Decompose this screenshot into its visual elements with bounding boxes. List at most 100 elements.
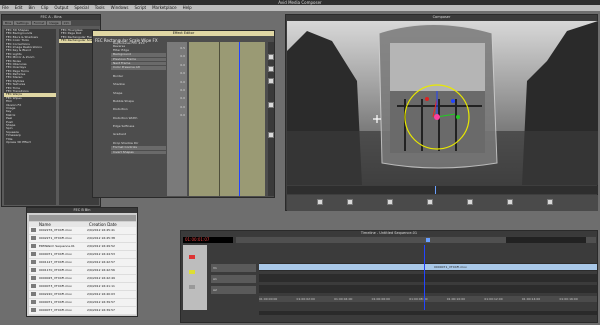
timeline-scrollbar[interactable] xyxy=(506,237,586,243)
edit-mode-button[interactable] xyxy=(426,238,430,242)
button-4[interactable] xyxy=(268,102,274,108)
control-value[interactable]: 0.0 xyxy=(167,114,187,117)
tab-info[interactable]: Info xyxy=(61,21,72,25)
bin-row-date: 2/9/2012 16:44:53 xyxy=(87,252,115,256)
bin-row[interactable]: 0002271_VTX4Fl.mov 2/9/2012 16:45:38 xyxy=(29,235,136,243)
menu-special[interactable]: Special xyxy=(74,5,88,10)
bin-row-date: 2/9/2012 16:42:49 xyxy=(87,276,115,280)
control-value[interactable]: 0.0 xyxy=(167,81,187,84)
clip-icon xyxy=(31,276,36,280)
panel-tabs: Bins Settings Format Usage Info xyxy=(2,20,100,26)
effect-option[interactable]: Filter Edge xyxy=(111,49,166,52)
play-button[interactable] xyxy=(387,199,393,205)
timeline-clip[interactable]: 0000071_VTX4Fl.mov xyxy=(259,264,597,270)
bin-row-date: 2/9/2012 16:49:52 xyxy=(87,244,115,248)
menu-script[interactable]: Script xyxy=(134,5,146,10)
track-header[interactable]: V1 xyxy=(211,264,256,272)
bin-row[interactable]: 0000071_VTX4Fl.mov 2/9/2012 16:39:57 xyxy=(29,299,136,307)
menu-tools[interactable]: Tools xyxy=(95,5,105,10)
patch-button[interactable] xyxy=(189,270,195,274)
control-value[interactable]: 0.0 xyxy=(167,89,187,92)
value-column: 0.5 0.0 0.0 0.0 0.0 0.0 0.0 0.0 0.0 xyxy=(167,42,187,196)
bin-row[interactable]: ERMWarm Sequence.01 2/9/2012 16:49:52 xyxy=(29,243,136,251)
timeline-title: Timeline - Untitled Sequence.01 xyxy=(181,231,597,236)
track-header[interactable]: A2 xyxy=(211,286,256,294)
control-label: Edge Softness xyxy=(113,125,135,129)
keyframe-graph[interactable] xyxy=(189,42,265,196)
button-2[interactable] xyxy=(268,66,274,72)
track-header[interactable]: A1 xyxy=(211,275,256,283)
bin-row[interactable]: 0001127_VTX4Fl.mov 2/9/2012 16:42:57 xyxy=(29,259,136,267)
bin-row[interactable]: 0002276_VTX4Fl.mov 2/9/2012 16:45:41 xyxy=(29,227,136,235)
effect-group[interactable]: Previous Frame xyxy=(111,57,166,61)
effect-group[interactable]: Format Controls xyxy=(111,146,166,150)
fec-bin-window: FEC B Bin Name Creation Date 0002276_VTX… xyxy=(26,207,138,317)
timeline-sidebar xyxy=(183,245,207,310)
bin-row[interactable]: 0001170_VTX4Fl.mov 2/9/2012 16:42:56 xyxy=(29,267,136,275)
bin-row[interactable]: 0000071_VTX4Fl.mov 2/9/2012 16:44:53 xyxy=(29,251,136,259)
clip-icon xyxy=(31,300,36,304)
bin-row-name: 0000073_VTX4Fl.mov xyxy=(39,284,72,288)
menu-windows[interactable]: Windows xyxy=(111,5,129,10)
tab-bins[interactable]: Bins xyxy=(3,21,14,25)
clip-label: 0000071_VTX4Fl.mov xyxy=(434,265,467,269)
bin-row-name: 0000071_VTX4Fl.mov xyxy=(39,252,72,256)
control-value[interactable]: 0.5 xyxy=(167,47,187,50)
lift-button[interactable] xyxy=(507,199,513,205)
ruler-tick-label: 01:00:06:00 xyxy=(371,297,390,301)
control-value[interactable]: 0.0 xyxy=(167,55,187,58)
bin-row[interactable]: 0002220_VTX4Fl.mov 2/9/2012 16:40:03 xyxy=(29,291,136,299)
bin-toolbar xyxy=(29,215,136,221)
clip-icon xyxy=(31,292,36,296)
control-value[interactable]: 0.0 xyxy=(167,64,187,67)
playhead[interactable] xyxy=(435,186,436,194)
bin-row-name: 0000025_VTX4Fl.mov xyxy=(39,276,72,280)
clip-icon xyxy=(31,308,36,312)
menu-bin[interactable]: Bin xyxy=(28,5,34,10)
button-5[interactable] xyxy=(268,132,274,138)
viewer-image[interactable] xyxy=(287,21,598,185)
effect-group[interactable]: Background xyxy=(111,53,166,57)
effect-group[interactable]: Color Preserve Alt xyxy=(111,66,166,70)
timeline-position-indicator[interactable] xyxy=(424,245,425,310)
bin-row[interactable]: 0000073_VTX4Fl.mov 2/9/2012 16:41:11 xyxy=(29,283,136,291)
menu-help[interactable]: Help xyxy=(183,5,192,10)
button-1[interactable] xyxy=(268,54,274,60)
extract-button[interactable] xyxy=(547,199,553,205)
menu-clip[interactable]: Clip xyxy=(41,5,49,10)
effect-group[interactable]: Next Frame xyxy=(111,61,166,66)
menu-file[interactable]: File xyxy=(2,5,9,10)
control-label: Distortion Width xyxy=(113,116,138,120)
mark-out-button[interactable] xyxy=(467,199,473,205)
bin-row-name: 0000077_VTX4Fl.mov xyxy=(39,308,72,312)
ruler-tick-label: 01:00:02:00 xyxy=(296,297,315,301)
menu-marketplace[interactable]: Marketplace xyxy=(152,5,177,10)
toggle-button[interactable] xyxy=(189,285,195,289)
effect-category-item[interactable]: Xpress 3D Effect xyxy=(4,141,56,144)
control-value[interactable]: 0.0 xyxy=(167,106,187,109)
menu-edit[interactable]: Edit xyxy=(15,5,23,10)
step-back-button[interactable] xyxy=(347,199,353,205)
button-3[interactable] xyxy=(268,78,274,84)
tab-format[interactable]: Format xyxy=(31,21,47,25)
tab-usage[interactable]: Usage xyxy=(47,21,61,25)
effect-editor-window: Effect Editor FEC Rectangular Scale Wipe… xyxy=(92,30,275,198)
keyframe-guide xyxy=(219,42,220,196)
record-button[interactable] xyxy=(189,255,195,259)
ruler-tick-label: 01:00:00:00 xyxy=(259,297,278,301)
mark-in-button[interactable] xyxy=(317,199,323,205)
ruler-tick-label: 01:00:16:00 xyxy=(559,297,578,301)
timeline-scroll[interactable] xyxy=(259,311,597,315)
menu-output[interactable]: Output xyxy=(54,5,68,10)
tab-settings[interactable]: Settings xyxy=(14,21,31,25)
bin-row[interactable]: 0000077_VTX4Fl.mov 2/9/2012 16:39:57 xyxy=(29,307,136,315)
position-bar[interactable] xyxy=(287,186,598,194)
effect-group[interactable]: Invert Shapes xyxy=(111,150,166,155)
control-value[interactable]: 0.0 xyxy=(167,97,187,100)
clip-icon xyxy=(31,284,36,288)
step-forward-button[interactable] xyxy=(427,199,433,205)
fec-bin-title: FEC B Bin xyxy=(27,208,137,213)
control-value[interactable]: 0.0 xyxy=(167,72,187,75)
effect-editor-title: Effect Editor xyxy=(93,31,274,36)
bin-row[interactable]: 0000025_VTX4Fl.mov 2/9/2012 16:42:49 xyxy=(29,275,136,283)
